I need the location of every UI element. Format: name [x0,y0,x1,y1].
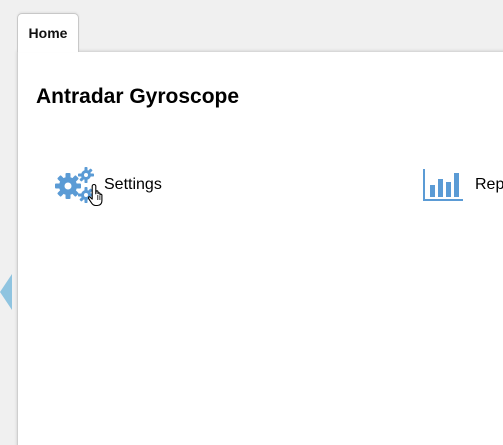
reports-tile[interactable]: Rep [421,165,503,205]
settings-tile[interactable]: Settings [54,165,162,205]
collapse-left-arrow-icon[interactable] [0,274,12,310]
settings-label: Settings [104,176,162,193]
tab-home-label: Home [28,25,68,41]
tab-home[interactable]: Home [17,13,79,52]
reports-label: Rep [475,176,503,193]
app-page: Home Antradar Gyroscope Settings Rep [0,0,503,445]
main-panel: Antradar Gyroscope Settings Rep [17,51,503,445]
page-title: Antradar Gyroscope [36,85,240,108]
bar-chart-icon [423,169,463,201]
gears-icon [55,167,94,203]
